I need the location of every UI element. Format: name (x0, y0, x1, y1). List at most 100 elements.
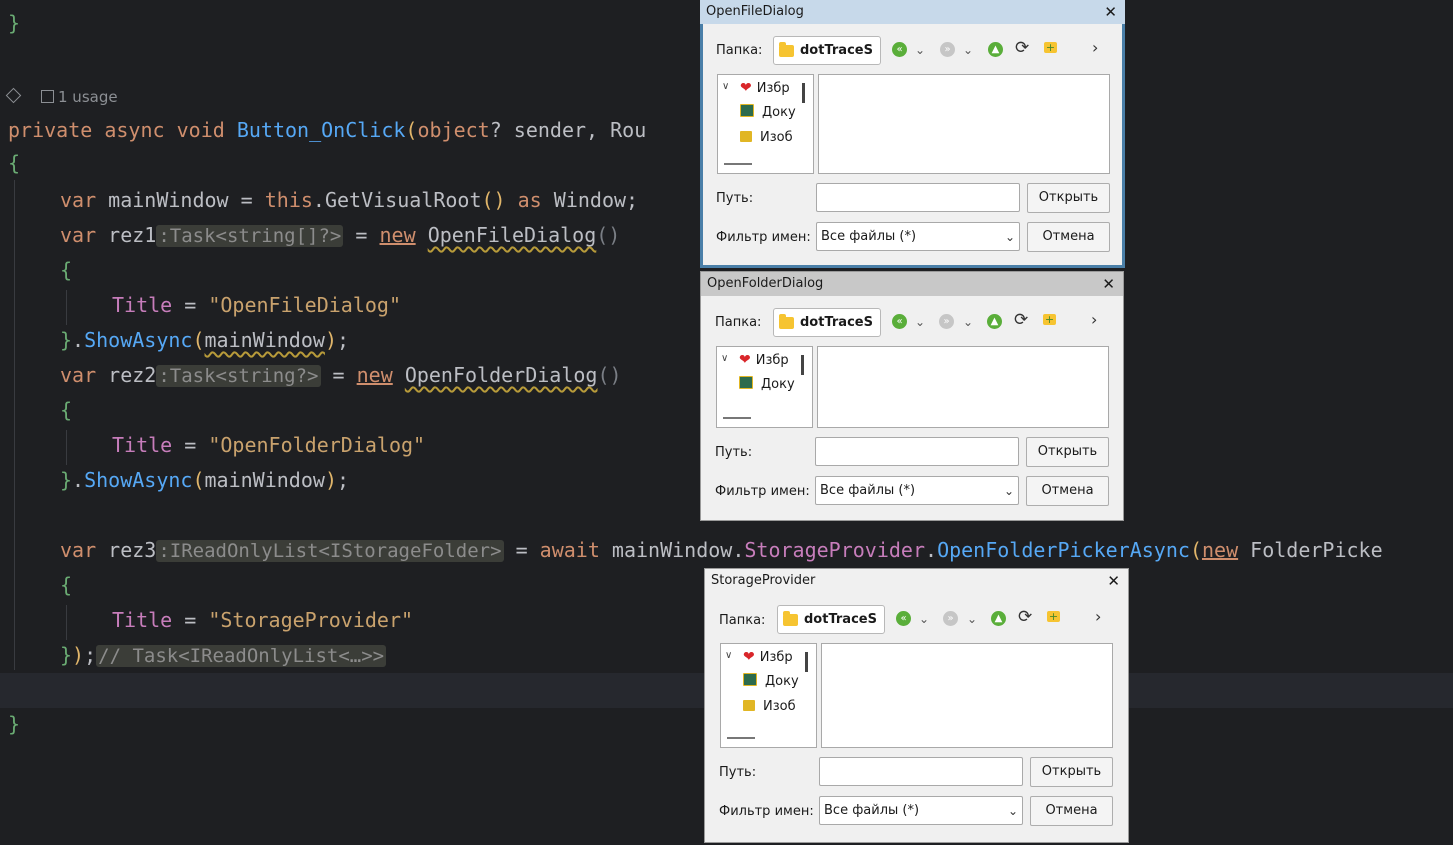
filter-select[interactable]: Все файлы (*) ⌄ (819, 796, 1023, 825)
filter-select[interactable]: Все файлы (*) ⌄ (816, 222, 1020, 251)
dialog-titlebar[interactable]: OpenFileDialog ✕ (700, 0, 1125, 24)
documents-icon (740, 104, 754, 117)
cancel-button[interactable]: Отмена (1027, 222, 1110, 252)
open-button[interactable]: Открыть (1030, 757, 1113, 787)
chevron-down-icon[interactable]: ⌄ (963, 314, 973, 330)
folder-icon (779, 42, 794, 57)
tree-item[interactable]: Доку (739, 375, 795, 395)
tree-item[interactable]: ❤ Избр (739, 350, 789, 370)
back-icon[interactable]: « (892, 314, 907, 329)
more-icon[interactable]: › (1091, 312, 1097, 328)
forward-icon[interactable]: » (939, 314, 954, 329)
open-folder-dialog: OpenFolderDialog ✕ Папка: dotTraceS « ⌄ … (700, 271, 1124, 521)
code-line: { (60, 398, 73, 422)
path-input[interactable] (819, 757, 1023, 786)
expand-icon[interactable]: ∨ (721, 353, 728, 364)
chevron-down-icon[interactable]: ⌄ (963, 42, 973, 58)
folder-combo[interactable]: dotTraceS (773, 308, 881, 337)
cancel-button[interactable]: Отмена (1026, 476, 1109, 506)
tree-scrollbar[interactable] (805, 652, 808, 672)
expand-icon[interactable]: ∨ (722, 81, 729, 92)
filter-label: Фильтр имен: (719, 804, 814, 819)
code-line: }.ShowAsync(mainWindow); (60, 328, 350, 352)
refresh-icon[interactable]: ⟳ (1015, 40, 1029, 57)
path-label: Путь: (719, 765, 757, 780)
filter-select[interactable]: Все файлы (*) ⌄ (815, 476, 1019, 505)
forward-icon[interactable]: » (943, 611, 958, 626)
file-list[interactable] (817, 346, 1109, 428)
images-icon (743, 700, 755, 711)
folder-value: dotTraceS (800, 315, 873, 330)
file-list[interactable] (818, 74, 1110, 174)
refresh-icon[interactable]: ⟳ (1018, 609, 1032, 626)
usage-hint[interactable]: 1 usage (5, 86, 118, 108)
folder-combo[interactable]: dotTraceS (773, 36, 881, 65)
up-icon[interactable]: ▲ (991, 611, 1006, 626)
more-icon[interactable]: › (1095, 609, 1101, 625)
dialog-titlebar[interactable]: StorageProvider ✕ (705, 569, 1128, 593)
tree-item[interactable]: ❤ Избр (743, 647, 793, 667)
tree-item[interactable]: Изоб (743, 697, 796, 717)
close-icon[interactable]: ✕ (1102, 272, 1115, 296)
tree-hscrollbar[interactable] (723, 417, 751, 419)
up-icon[interactable]: ▲ (987, 314, 1002, 329)
code-line: Title = "OpenFileDialog" (112, 293, 401, 317)
tree-item[interactable]: Доку (743, 672, 799, 692)
tree-scrollbar[interactable] (801, 355, 804, 375)
tree-item[interactable]: Доку (740, 103, 796, 123)
tree-hscrollbar[interactable] (724, 163, 752, 165)
close-icon[interactable]: ✕ (1104, 0, 1117, 24)
new-folder-icon[interactable]: + (1047, 611, 1060, 622)
dialog-title: OpenFolderDialog (707, 276, 824, 291)
code-line: var rez2:Task<string?> = new OpenFolderD… (60, 363, 622, 387)
folder-tree[interactable]: ∨ ❤ Избр Доку (716, 346, 813, 428)
tree-item[interactable]: ❤ Избр (740, 78, 790, 98)
folder-tree[interactable]: ∨ ❤ Избр Доку Изоб (717, 74, 814, 174)
storage-provider-dialog: StorageProvider ✕ Папка: dotTraceS « ⌄ »… (704, 568, 1129, 843)
filter-label: Фильтр имен: (715, 484, 810, 499)
code-line: } (8, 712, 21, 736)
type-hint: :IReadOnlyList<IStorageFolder> (156, 540, 504, 562)
forward-icon[interactable]: » (940, 42, 955, 57)
refresh-icon[interactable]: ⟳ (1014, 312, 1028, 329)
tree-hscrollbar[interactable] (727, 737, 755, 739)
back-icon[interactable]: « (896, 611, 911, 626)
path-label: Путь: (716, 191, 754, 206)
new-folder-icon[interactable]: + (1044, 42, 1057, 53)
chevron-down-icon[interactable]: ⌄ (915, 42, 925, 58)
up-icon[interactable]: ▲ (988, 42, 1003, 57)
open-button[interactable]: Открыть (1027, 183, 1110, 213)
dialog-titlebar[interactable]: OpenFolderDialog ✕ (701, 272, 1123, 296)
folder-label: Папка: (719, 613, 766, 628)
folder-label: Папка: (716, 43, 763, 58)
back-icon[interactable]: « (892, 42, 907, 57)
file-list[interactable] (821, 643, 1113, 748)
path-input[interactable] (815, 437, 1019, 466)
close-icon[interactable]: ✕ (1107, 569, 1120, 593)
indent-guide (66, 430, 67, 465)
cancel-button[interactable]: Отмена (1030, 796, 1113, 826)
path-input[interactable] (816, 183, 1020, 212)
documents-icon (743, 673, 757, 686)
folder-tree[interactable]: ∨ ❤ Избр Доку Изоб (720, 643, 817, 748)
code-line: { (8, 151, 21, 175)
tree-scrollbar[interactable] (802, 83, 805, 103)
folder-combo[interactable]: dotTraceS (777, 605, 885, 634)
chevron-down-icon[interactable]: ⌄ (967, 611, 977, 627)
code-line: var mainWindow = this.GetVisualRoot() as… (60, 188, 639, 212)
chevron-down-icon[interactable]: ⌄ (919, 611, 929, 627)
filter-label: Фильтр имен: (716, 230, 811, 245)
path-label: Путь: (715, 445, 753, 460)
folder-value: dotTraceS (804, 612, 877, 627)
code-line: });// Task<IReadOnlyList<…>> (60, 643, 387, 667)
more-icon[interactable]: › (1092, 40, 1098, 56)
new-folder-icon[interactable]: + (1043, 314, 1056, 325)
chevron-down-icon[interactable]: ⌄ (915, 314, 925, 330)
tree-item[interactable]: Изоб (740, 128, 793, 148)
folder-label: Папка: (715, 315, 762, 330)
code-line: { (60, 573, 73, 597)
dialog-title: StorageProvider (711, 573, 816, 588)
expand-icon[interactable]: ∨ (725, 650, 732, 661)
chevron-down-icon: ⌄ (1007, 804, 1018, 818)
open-button[interactable]: Открыть (1026, 437, 1109, 467)
